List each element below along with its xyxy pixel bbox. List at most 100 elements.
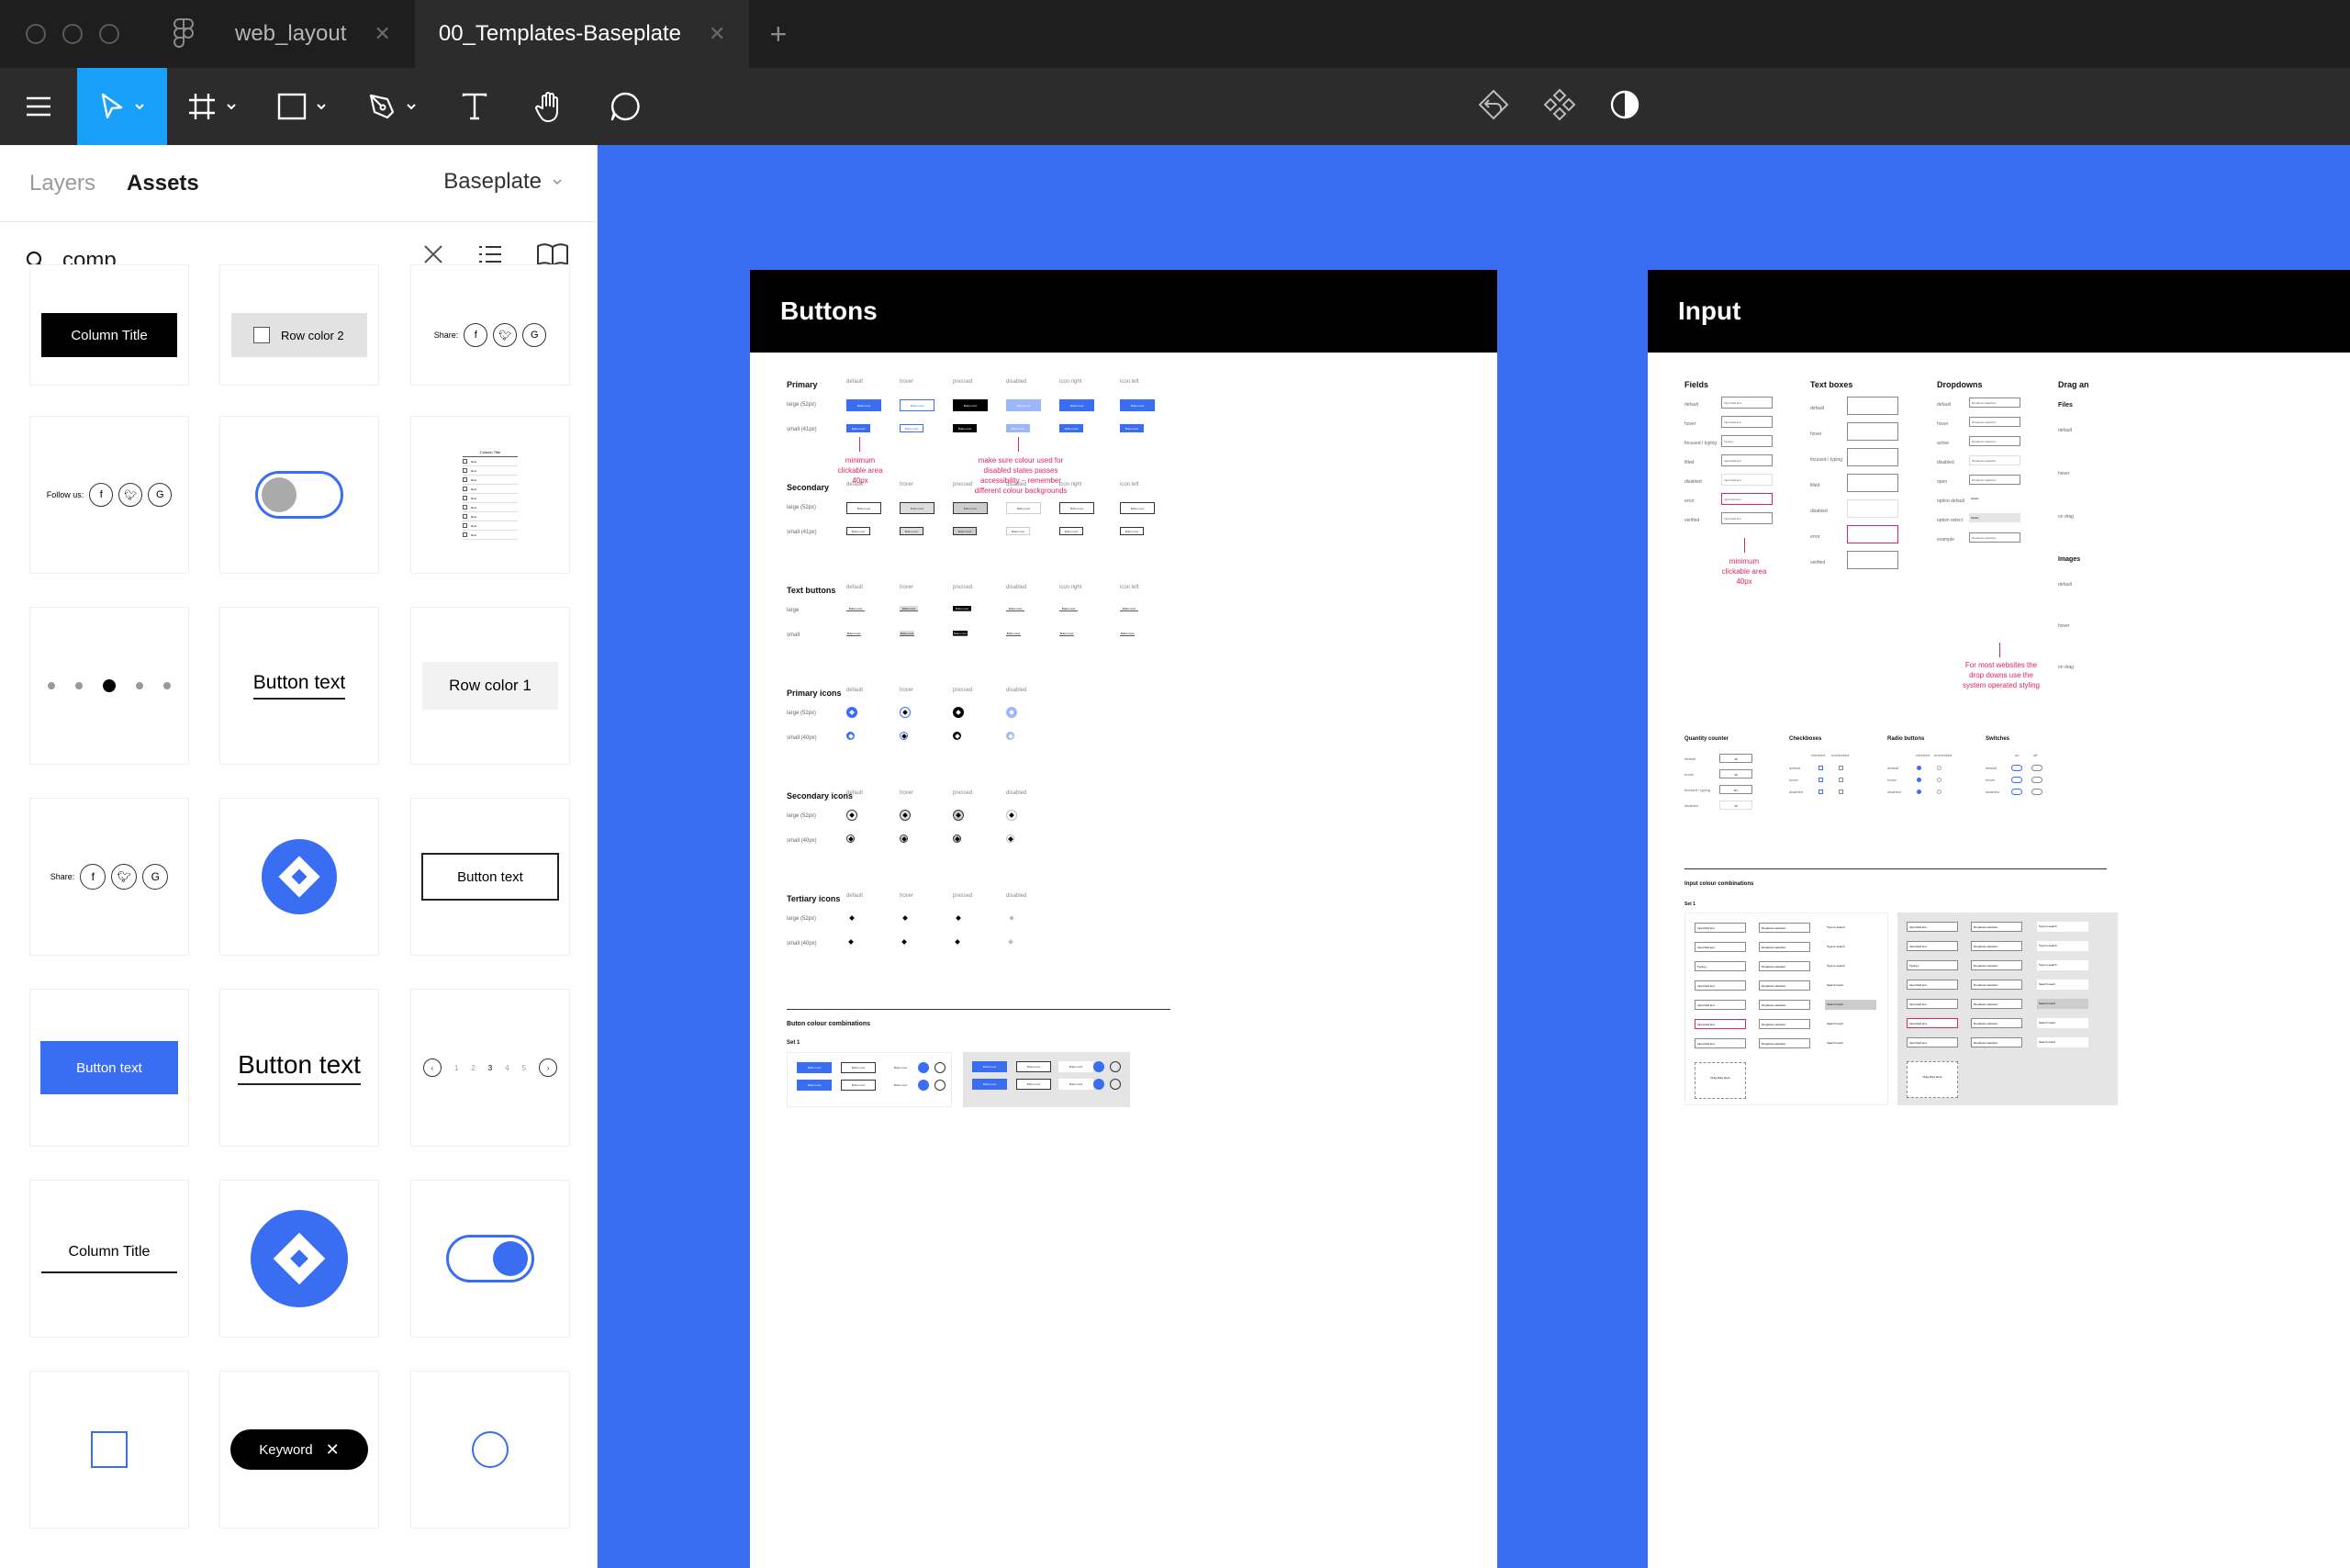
menu-icon[interactable] [0, 68, 77, 145]
diamond-icon[interactable] [900, 937, 908, 946]
close-tab-icon[interactable]: ✕ [709, 22, 725, 46]
text-button-sample[interactable]: Button text [1120, 606, 1138, 611]
combo-dropdown[interactable]: Dropdown selection [1971, 1018, 2022, 1028]
button-sample[interactable]: Button text [1120, 424, 1144, 432]
switch-on-icon[interactable] [2011, 777, 2022, 783]
switch-off-icon[interactable] [2031, 765, 2042, 771]
diamond-icon[interactable] [900, 810, 911, 821]
checkbox-icon[interactable] [1818, 790, 1823, 794]
combo-button[interactable]: Button text [1058, 1079, 1093, 1090]
combo-button[interactable]: Button text [797, 1062, 832, 1073]
library-book-icon[interactable] [536, 242, 569, 266]
input-field[interactable]: Input field text [1721, 512, 1773, 524]
tab-layers[interactable]: Layers [29, 171, 95, 196]
combo-search[interactable]: Type to search [1825, 923, 1876, 933]
diamond-icon[interactable] [1006, 707, 1017, 718]
combo-button[interactable]: Button text [841, 1080, 876, 1091]
combo-search[interactable]: Search result [2037, 999, 2088, 1009]
diamond-icon[interactable] [953, 913, 964, 924]
asset-toggle-on[interactable] [410, 1180, 570, 1338]
dropdown-option[interactable]: Option [1969, 494, 2020, 503]
combo-dropdown[interactable]: Dropdown selection [1759, 923, 1810, 933]
combo-search[interactable]: Search result [1825, 1019, 1876, 1029]
radio-icon[interactable] [1937, 766, 1942, 770]
combo-button[interactable]: Button text [972, 1061, 1007, 1072]
rectangle-tool-icon[interactable] [257, 68, 347, 145]
switch-on-icon[interactable] [2011, 765, 2022, 771]
combo-dropdown[interactable]: Dropdown selection [1759, 980, 1810, 991]
input-field[interactable]: Typing | [1721, 435, 1773, 447]
input-frame[interactable]: Input Fields Text boxes Dropdowns Drag an Fi… [1648, 270, 2350, 1568]
combo-dropdown[interactable]: Dropdown selection [1759, 1000, 1810, 1010]
button-sample[interactable]: Button text [900, 399, 934, 411]
combo-button[interactable]: Button text [972, 1079, 1007, 1090]
combo-dropdown[interactable]: Dropdown selection [1759, 1038, 1810, 1048]
diamond-icon[interactable] [846, 937, 855, 946]
button-sample[interactable]: Button text [1059, 502, 1094, 514]
text-button-sample[interactable]: Button text [953, 631, 968, 636]
button-sample[interactable]: Button text [846, 502, 881, 514]
new-tab-icon[interactable]: + [749, 17, 807, 51]
text-button-sample[interactable]: Button text [1059, 631, 1074, 636]
text-button-sample[interactable]: Button text [846, 606, 865, 611]
asset-secondary-button[interactable]: Button text [410, 798, 570, 956]
combo-input[interactable]: Input field text [1695, 942, 1746, 952]
checkbox-icon[interactable] [1839, 790, 1843, 794]
combo-dropdown[interactable]: Dropdown selection [1971, 980, 2022, 990]
text-box[interactable] [1847, 422, 1898, 441]
combo-search[interactable]: Type to search [2037, 941, 2088, 951]
asset-row-color-1[interactable]: Row color 1 [410, 607, 570, 765]
diamond-icon[interactable] [846, 913, 857, 924]
diamond-icon[interactable] [934, 1080, 946, 1091]
text-box[interactable] [1847, 448, 1898, 466]
checkbox-icon[interactable] [1839, 766, 1843, 770]
button-sample[interactable]: Button text [1120, 527, 1144, 535]
combo-input[interactable]: Input field text [1907, 922, 1958, 932]
minimize-window-button[interactable] [62, 24, 83, 44]
diamond-icon[interactable] [953, 707, 964, 718]
text-button-sample[interactable]: Button text [953, 606, 971, 611]
close-window-button[interactable] [26, 24, 46, 44]
text-button-sample[interactable]: Button text [1059, 606, 1078, 611]
combo-search[interactable]: Search result [1825, 1000, 1876, 1010]
asset-keyword-chip[interactable]: Keyword ✕ [219, 1371, 379, 1529]
button-sample[interactable]: Button text [846, 527, 870, 535]
list-view-icon[interactable] [477, 243, 503, 265]
combo-button[interactable]: Button text [1016, 1079, 1051, 1090]
diamond-icon[interactable] [953, 732, 961, 740]
dropdown-option[interactable]: Option [1969, 513, 2020, 522]
diamond-icon[interactable] [953, 937, 961, 946]
text-button-sample[interactable]: Button text [846, 631, 861, 636]
design-canvas[interactable]: Buttons Primary default hover pressed disabl… [599, 145, 2350, 1568]
combo-button[interactable]: Button text [1058, 1061, 1093, 1072]
radio-icon[interactable] [1917, 766, 1921, 770]
pen-tool-icon[interactable] [347, 68, 437, 145]
quantity-stepper[interactable]: 15 [1719, 801, 1752, 810]
diamond-icon[interactable] [1110, 1061, 1121, 1072]
asset-text-button[interactable]: Button text [219, 607, 379, 765]
buttons-frame[interactable]: Buttons Primary default hover pressed disabl… [750, 270, 1497, 1568]
asset-follow-us[interactable]: Follow us: f 🐦︎ G [29, 416, 189, 574]
button-sample[interactable]: Button text [953, 502, 988, 514]
radio-icon[interactable] [1937, 790, 1942, 794]
asset-checkbox-list[interactable]: Column Title Row Row Row Row Row Row Row Row Row [410, 416, 570, 574]
text-box[interactable] [1847, 397, 1898, 415]
button-sample[interactable]: Button text [1006, 527, 1030, 535]
combo-button[interactable]: Button text [797, 1080, 832, 1091]
diamond-icon[interactable] [1006, 810, 1017, 821]
contrast-icon[interactable] [1608, 88, 1641, 126]
combo-search[interactable]: Search result [2037, 1018, 2088, 1028]
diamond-icon[interactable] [846, 732, 855, 740]
asset-column-title-dark[interactable]: Column Title [29, 264, 189, 386]
combo-input[interactable]: Input field text [1695, 923, 1746, 933]
combo-button[interactable]: Button text [841, 1062, 876, 1073]
combo-search[interactable]: Type to search [2037, 960, 2088, 970]
combo-input[interactable]: Input field text [1907, 941, 1958, 951]
diamond-icon[interactable] [1093, 1079, 1104, 1090]
radio-icon[interactable] [1917, 790, 1921, 794]
dropdown[interactable]: Dropdown selection [1969, 398, 2020, 408]
asset-pager[interactable]: ‹ 1 2 3 4 5 › [410, 989, 570, 1147]
tab-assets[interactable]: Assets [127, 171, 199, 196]
input-field[interactable]: Input field text [1721, 474, 1773, 486]
combo-button[interactable]: Button text [883, 1080, 918, 1091]
